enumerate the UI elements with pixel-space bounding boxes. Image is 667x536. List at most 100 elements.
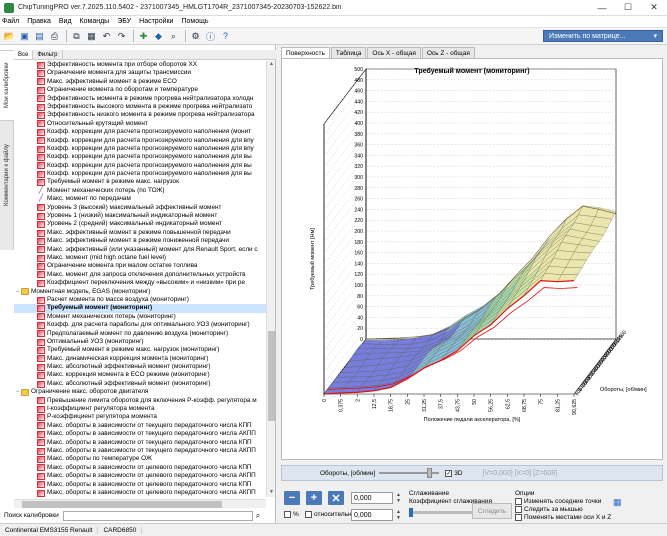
minimize-icon[interactable]: — [589,0,615,16]
smoothing-slider[interactable] [409,511,475,514]
tree-horizontal-scrollbar[interactable] [14,499,266,508]
tree-item[interactable]: Макс. обороты в зависимости от текущего … [14,430,266,438]
print-icon[interactable]: ⎙ [48,30,61,43]
tree-item[interactable]: Макс. эффективный (или указанный) момент… [14,246,266,254]
tree-item[interactable]: Эффективность низкого момента в режиме п… [14,111,266,120]
tree-item[interactable]: Коэфф. коррекции для расчета прогнозируе… [14,162,266,170]
connect-icon[interactable]: ⚙ [189,30,202,43]
tree-item[interactable]: Макс. динамическая коррекция момента (мо… [14,355,266,363]
tree-item[interactable]: Предполагаемый момент по давлению воздух… [14,330,266,338]
tree-item[interactable]: Уровень 2 (средний) максимальный индикат… [14,220,266,229]
tree-item[interactable]: Р-коэффициент регулятора момента [14,413,266,422]
hscroll-thumb[interactable] [22,501,222,508]
tree-item[interactable]: ╱ Момент механических потерь (по ТОЖ) [14,187,266,195]
tree-item[interactable]: Макс. обороты в зависимости от текущего … [14,439,266,447]
tree-item[interactable]: Макс. обороты в зависимости от целевого … [14,472,266,480]
copy-icon[interactable]: ⧉ [70,30,83,43]
tree-item[interactable]: Макс. эффективный момент в режиме повыше… [14,229,266,237]
scroll-thumb[interactable] [268,331,275,421]
tab-surface[interactable]: Поверхность [281,47,330,58]
tree-vertical-scrollbar[interactable]: ▲ ▼ [266,61,275,497]
tree-item[interactable]: Превышение лимита оборотов для включения… [14,397,266,405]
tree-item[interactable]: Коэфф. коррекции для расчета прогнозируе… [14,153,266,161]
tab-all[interactable]: Все [14,50,34,59]
tree-folder[interactable]: − Ограничение макс. оборотов двигателя [14,388,266,396]
menu-help[interactable]: Помощь [181,18,208,25]
option-follow-mouse-checkbox[interactable] [515,506,522,513]
tree-item[interactable]: Макс. эффективный момент в режиме пониже… [14,237,266,245]
collapse-icon[interactable]: − [14,388,21,396]
grid-icon[interactable]: ▦ [613,497,622,508]
tree-item[interactable]: Макс. эффективный момент в режиме ECO [14,78,266,86]
tree-item[interactable]: I-коэффициент регулятора момента [14,405,266,413]
menu-commands[interactable]: Команды [80,18,110,25]
paste-icon[interactable]: ▦ [85,30,98,43]
tree-item[interactable]: Требуемый момент в режиме макс. нагрузок [14,178,266,187]
checksum-icon[interactable]: ✚ [137,30,150,43]
tab-my-calibrations[interactable]: Мои калибровки [0,50,14,120]
tree-item[interactable]: Макс. абсолютный эффективный момент (мон… [14,363,266,371]
tab-file-comments[interactable]: Комментарии к файлу [0,120,14,230]
tree-item[interactable]: Ограничение момента при малом остатке то… [14,262,266,271]
info-icon[interactable]: ⓘ [204,30,217,43]
tree-folder[interactable]: − Моментная модель, EGAS (мониторинг) [14,288,266,296]
relative-checkbox[interactable] [305,511,312,518]
tree-item[interactable]: ╱ Макс. момент по передачам [14,195,266,203]
3d-checkbox[interactable]: ✓ [445,469,453,477]
smooth-button[interactable]: Сгладить [472,503,512,519]
search-icon[interactable]: ⌕ [167,30,180,43]
edit-by-matrix-button[interactable]: Изменить по матрице... ▾ [543,30,663,42]
tree-item[interactable]: Коэфф. коррекции для расчета прогнозируе… [14,145,266,153]
percent-checkbox[interactable] [284,511,291,518]
maximize-icon[interactable]: ☐ [615,0,641,16]
tree-item[interactable]: Уровень 3 (высокий) максимальный эффекти… [14,204,266,212]
save-icon[interactable]: ▣ [18,30,31,43]
scroll-down-icon[interactable]: ▼ [267,489,276,497]
menu-edit[interactable]: Правка [27,18,51,25]
tab-axis-x[interactable]: Ось X - общая [367,47,421,58]
tree-item[interactable]: Макс. обороты в зависимости от целевого … [14,464,266,472]
open-icon[interactable]: 📂 [3,30,16,43]
scroll-up-icon[interactable]: ▲ [267,61,276,69]
tab-table[interactable]: Таблица [330,47,367,58]
tree-item[interactable]: Коэффициент переключения между «высоким»… [14,279,266,287]
tree-item[interactable]: Коэфф. для расчета параболы для оптималь… [14,321,266,329]
menu-settings[interactable]: Настройки [139,18,173,25]
smoothing-knob[interactable] [409,508,413,517]
search-input[interactable] [62,510,253,521]
tree-item[interactable]: Макс. обороты в зависимости от целевого … [14,481,266,489]
tree-item[interactable]: Эффективность момента при отборе оборото… [14,61,266,69]
tree-item[interactable]: Макс. момент (mid high octane fuel level… [14,254,266,262]
slider-knob[interactable] [427,468,433,478]
tab-axis-z[interactable]: Ось Z - общая [421,47,475,58]
menu-view[interactable]: Вид [59,18,72,25]
decrease-button[interactable]: − [284,491,300,505]
surface-chart-svg[interactable]: Требуемый момент (мониторинг) 0204060801… [282,59,662,459]
tree-item[interactable]: Ограничение момента для защиты трансмисс… [14,69,266,78]
tree-item[interactable]: Макс. коррекция момента в ECO режиме (мо… [14,371,266,380]
compare-icon[interactable]: ◆ [152,30,165,43]
tree-item[interactable]: Момент механических потерь (мониторинг) [14,313,266,321]
tab-filter[interactable]: Фильтр [33,50,63,59]
tree-item[interactable]: Эффективность момента в режиме прогрева … [14,95,266,103]
tree-item[interactable]: Коэфф. коррекции для расчета прогнозируе… [14,128,266,136]
tree-item[interactable]: Макс. абсолютный эффективный момент (мон… [14,380,266,388]
tree-item[interactable]: Макс. момент для запроса отключения допо… [14,271,266,279]
redo-icon[interactable]: ↷ [115,30,128,43]
value-input[interactable]: 0,000 [351,492,393,504]
tree-item[interactable]: Макс. обороты в зависимости от текущего … [14,422,266,430]
tree-item[interactable]: Макс. обороты в зависимости от целевого … [14,489,266,497]
surface-chart[interactable]: Требуемый момент (мониторинг) 0 20 40 60 80 1… [281,58,663,460]
close-icon[interactable]: ✕ [641,0,667,16]
calibration-tree[interactable]: Эффективность момента при отборе оборото… [14,61,266,497]
relative-input[interactable]: 0,000 [351,509,393,521]
collapse-icon[interactable]: − [14,288,21,296]
tree-item[interactable]: Требуемый момент (мониторинг) [14,304,266,313]
help-icon[interactable]: ? [219,30,232,43]
undo-icon[interactable]: ↶ [100,30,113,43]
tree-item[interactable]: Требуемый момент в режиме макс. нагрузок… [14,346,266,354]
multiply-button[interactable]: ✕ [328,491,344,505]
rpm-slider[interactable] [379,468,440,478]
tree-item[interactable]: Относительный крутящий момент [14,120,266,128]
option-neighbors-checkbox[interactable] [515,498,522,505]
